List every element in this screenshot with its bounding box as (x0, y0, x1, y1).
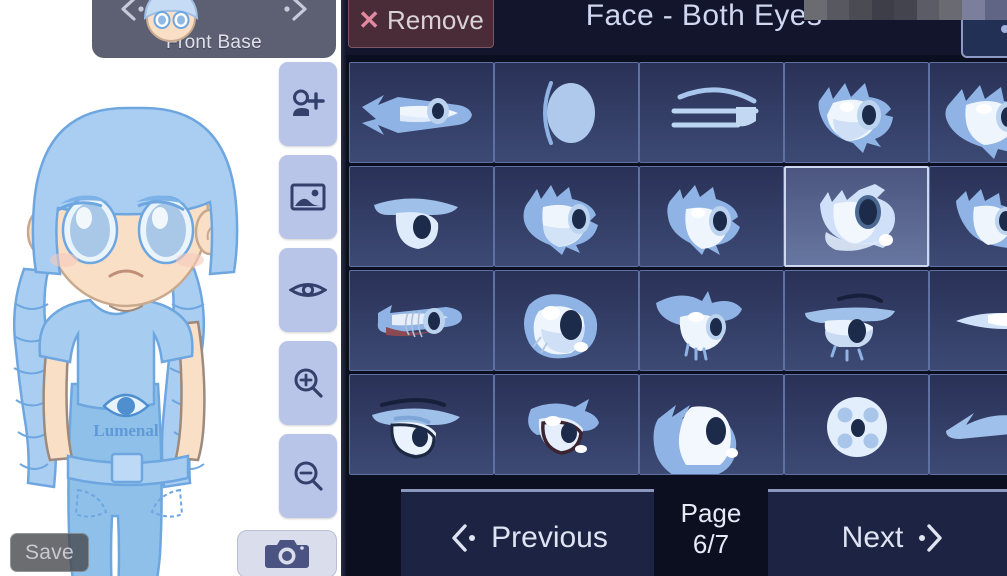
person-add-icon (293, 89, 325, 116)
eye-style-19-icon (827, 397, 887, 457)
preview-eye-button[interactable] (279, 248, 337, 332)
eye-style-6-icon (374, 198, 458, 249)
x-icon: ✕ (358, 4, 380, 35)
previous-page-label: Previous (491, 520, 608, 554)
asset-cell[interactable] (349, 166, 494, 267)
asset-cell[interactable] (494, 270, 639, 371)
magnifier-plus-icon (294, 368, 323, 398)
shirt-logo-text: Lumenal (93, 421, 158, 440)
asset-cell[interactable] (639, 374, 784, 475)
magnifier-minus-icon (294, 461, 323, 491)
previous-page-button[interactable]: Previous (401, 489, 654, 576)
asset-cell[interactable] (639, 62, 784, 163)
chevron-left-icon (447, 521, 481, 555)
character-head-icon (143, 0, 198, 42)
next-page-label: Next (841, 520, 904, 554)
zoom-out-button[interactable] (279, 434, 337, 518)
asset-cell[interactable] (349, 374, 494, 475)
asset-cell[interactable] (349, 62, 494, 163)
header-options-button[interactable] (961, 14, 1007, 58)
asset-cell[interactable] (784, 374, 929, 475)
asset-grid (349, 62, 1007, 477)
asset-cell[interactable] (929, 374, 1007, 475)
eye-style-3-icon (671, 87, 759, 128)
tool-column (279, 62, 341, 518)
pose-next-button[interactable] (278, 0, 312, 24)
eye-style-1-icon (362, 95, 472, 135)
eye-style-17-icon (528, 399, 599, 455)
save-button[interactable]: Save (10, 533, 89, 572)
asset-cell[interactable] (929, 166, 1007, 267)
eye-style-4-icon (818, 83, 893, 153)
add-character-button[interactable] (279, 62, 337, 146)
pose-selector[interactable]: Front Base (92, 0, 336, 58)
eye-style-15-icon (956, 312, 1007, 329)
gacha-character-editor: Lumenal Front Base Save ✕ Remove Face - … (0, 0, 1007, 576)
asset-cell[interactable] (929, 62, 1007, 163)
page-value: 6/7 (692, 529, 730, 559)
asset-cell[interactable] (784, 270, 929, 371)
eye-style-2-icon (543, 81, 595, 145)
eye-style-8-icon (667, 185, 740, 255)
eye-icon (289, 283, 327, 297)
eye-style-14-icon (805, 293, 895, 362)
save-button-label: Save (24, 540, 75, 564)
image-icon (290, 183, 326, 211)
next-page-button[interactable]: Next (768, 489, 1007, 576)
chevron-right-icon (284, 0, 307, 21)
asset-cell[interactable] (784, 166, 929, 267)
character-avatar[interactable]: Lumenal (0, 54, 294, 576)
camera-icon (265, 540, 309, 568)
eye-style-5-icon (945, 85, 1007, 159)
asset-browser-pane: ✕ Remove Face - Both Eyes Previous Page (344, 0, 1007, 576)
page-word: Page (680, 498, 742, 528)
eye-style-16-icon (372, 398, 460, 459)
eye-style-20-icon (946, 413, 1007, 439)
pane-divider (341, 0, 346, 576)
page-indicator: Page 6/7 (659, 498, 763, 560)
asset-cell[interactable] (929, 270, 1007, 371)
eye-style-10-icon (956, 189, 1007, 248)
asset-cell[interactable] (639, 270, 784, 371)
asset-cell[interactable] (639, 166, 784, 267)
eye-style-9-icon (819, 184, 895, 251)
asset-cell[interactable] (494, 62, 639, 163)
eye-style-11-icon (377, 305, 462, 338)
camera-button[interactable] (237, 530, 337, 576)
background-button[interactable] (279, 155, 337, 239)
asset-cell[interactable] (494, 166, 639, 267)
character-preview-pane: Lumenal Front Base Save (0, 0, 341, 576)
remove-button-label: Remove (386, 4, 484, 35)
remove-button[interactable]: ✕ Remove (348, 0, 494, 48)
zoom-in-button[interactable] (279, 341, 337, 425)
asset-cell[interactable] (494, 374, 639, 475)
eye-style-18-icon (653, 405, 738, 474)
eye-style-7-icon (523, 185, 598, 255)
chevron-right-icon (913, 521, 947, 555)
asset-cell[interactable] (349, 270, 494, 371)
eye-style-12-icon (524, 294, 598, 359)
pagination-bar: Previous Page 6/7 Next (344, 482, 1007, 576)
asset-cell[interactable] (784, 62, 929, 163)
censored-overlay (804, 0, 1007, 20)
asset-browser-header: ✕ Remove Face - Both Eyes (344, 0, 1007, 58)
eye-style-13-icon (656, 291, 742, 361)
